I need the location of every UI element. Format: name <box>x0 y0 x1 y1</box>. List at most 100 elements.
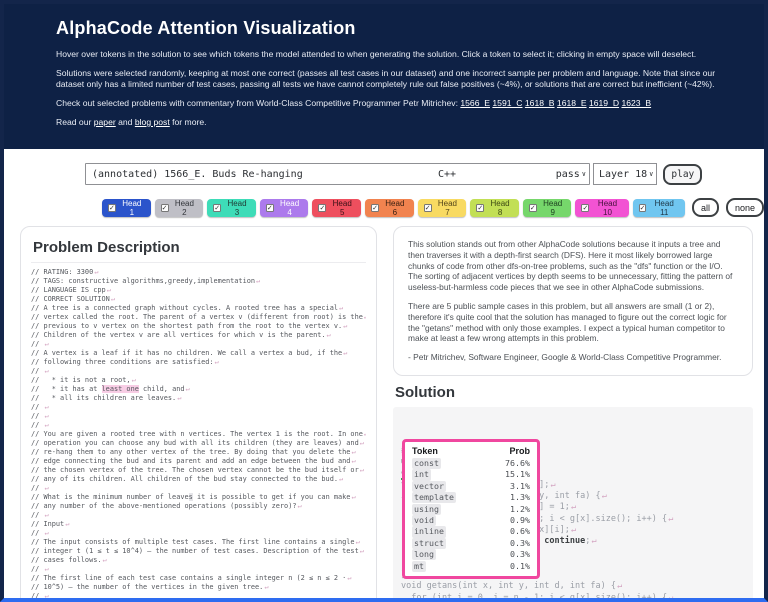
newline-token[interactable]: ↵ <box>43 484 48 492</box>
code-token[interactable]: // The first line of each test case cont… <box>31 574 346 582</box>
newline-token[interactable]: ↵ <box>350 448 355 456</box>
code-token[interactable]: // <box>31 511 43 519</box>
status-select[interactable]: pass∨ <box>556 169 589 180</box>
code-token[interactable]: // operation you can choose any bud with… <box>31 439 359 447</box>
head-toggle-9[interactable]: Head 9 <box>523 199 572 217</box>
highlighted-token[interactable]: continue <box>544 536 585 546</box>
newline-token[interactable]: ↵ <box>43 367 48 375</box>
code-token[interactable]: // <box>31 484 43 492</box>
code-line[interactable]: // any number of the above-mentioned ope… <box>31 502 366 511</box>
code-line[interactable]: // vertex called the root. The parent of… <box>31 313 366 322</box>
problem-link-1591_C[interactable]: 1591_C <box>492 98 522 108</box>
newline-token[interactable]: ↵ <box>338 475 343 483</box>
code-token[interactable]: // * it is not a root, <box>31 376 131 384</box>
blog-post-link[interactable]: blog post <box>135 117 170 127</box>
code-line[interactable]: // ↵ <box>31 412 366 421</box>
newline-token[interactable]: ↵ <box>102 556 107 564</box>
code-token[interactable]: // vertex called the root. The parent of… <box>31 313 363 321</box>
code-line[interactable]: // * it has at least one child, and↵ <box>31 385 366 394</box>
newline-token[interactable]: ↵ <box>342 349 347 357</box>
code-line[interactable]: // ↵ <box>31 367 366 376</box>
problem-link-1566_E[interactable]: 1566_E <box>460 98 490 108</box>
newline-token[interactable]: ↵ <box>43 412 48 420</box>
newline-token[interactable]: ↵ <box>263 583 268 591</box>
newline-token[interactable]: ↵ <box>106 286 111 294</box>
head-toggle-2[interactable]: Head 2 <box>155 199 204 217</box>
problem-description-code[interactable]: // RATING: 3300↵// TAGS: constructive al… <box>31 268 366 602</box>
code-token[interactable]: // edge connecting the bud and its paren… <box>31 457 350 465</box>
code-token[interactable]: // TAGS: constructive algorithms,greedy,… <box>31 277 255 285</box>
code-token[interactable]: // the chosen vertex of the tree. The ch… <box>31 466 359 474</box>
problem-link-1618_B[interactable]: 1618_B <box>525 98 555 108</box>
newline-token[interactable]: ↵ <box>43 529 48 537</box>
newline-token[interactable]: ↵ <box>363 313 366 321</box>
code-line[interactable]: // A tree is a connected graph without c… <box>31 304 366 313</box>
code-token[interactable]: // A vertex is a leaf if it has no child… <box>31 349 342 357</box>
code-line[interactable]: // The first line of each test case cont… <box>31 574 366 583</box>
code-token[interactable]: // following three conditions are satisf… <box>31 358 214 366</box>
newline-token[interactable]: ↵ <box>255 277 260 285</box>
code-token[interactable]: void getans(int x, int y, int d, int fa)… <box>401 581 616 591</box>
code-line[interactable]: // ↵ <box>31 340 366 349</box>
head-toggle-7[interactable]: Head 7 <box>418 199 467 217</box>
newline-token[interactable]: ↵ <box>131 376 136 384</box>
code-line[interactable]: void getans(int x, int y, int d, int fa)… <box>401 581 753 592</box>
code-line[interactable]: // TAGS: constructive algorithms,greedy,… <box>31 277 366 286</box>
code-token[interactable]: // any number of the above-mentioned ope… <box>31 502 297 510</box>
language-select-value[interactable]: C++ <box>438 169 538 180</box>
code-token[interactable]: // cases follows. <box>31 556 102 564</box>
code-line[interactable]: // ↵ <box>31 565 366 574</box>
code-token[interactable]: // LANGUAGE IS cpp <box>31 286 106 294</box>
newline-token[interactable]: ↵ <box>601 491 607 501</box>
newline-token[interactable]: ↵ <box>110 295 115 303</box>
code-line[interactable]: // Children of the vertex v are all vert… <box>31 331 366 340</box>
code-line[interactable]: // edge connecting the bud and its paren… <box>31 457 366 466</box>
code-token[interactable]: for (int i = 0, j = n - 1; i < g[x].size… <box>401 593 667 602</box>
code-token[interactable]: // <box>31 340 43 348</box>
code-token[interactable]: // * all its children are leaves. <box>31 394 176 402</box>
code-line[interactable]: // ↵ <box>31 511 366 520</box>
newline-token[interactable]: ↵ <box>570 502 576 512</box>
code-line[interactable]: // The input consists of multiple test c… <box>31 538 366 547</box>
code-token[interactable]: // What is the minimum number of leave <box>31 493 189 501</box>
code-line[interactable]: // * it is not a root,↵ <box>31 376 366 385</box>
newline-token[interactable]: ↵ <box>667 593 673 602</box>
newline-token[interactable]: ↵ <box>185 385 190 393</box>
problem-select[interactable]: (annotated) 1566_E. Buds Re-hanging C++ … <box>85 163 590 185</box>
newline-token[interactable]: ↵ <box>214 358 219 366</box>
head-toggle-6[interactable]: Head 6 <box>365 199 414 217</box>
none-heads-button[interactable]: none <box>726 198 764 217</box>
newline-token[interactable]: ↵ <box>93 268 98 276</box>
code-line[interactable]: // the chosen vertex of the tree. The ch… <box>31 466 366 475</box>
code-line[interactable]: // A vertex is a leaf if it has no child… <box>31 349 366 358</box>
problem-link-1619_D[interactable]: 1619_D <box>589 98 619 108</box>
code-token[interactable]: // <box>31 592 43 600</box>
newline-token[interactable]: ↵ <box>346 574 351 582</box>
code-line[interactable]: // RATING: 3300↵ <box>31 268 366 277</box>
code-line[interactable]: // any of its children. All children of … <box>31 475 366 484</box>
code-token[interactable]: // <box>31 367 43 375</box>
code-line[interactable]: // previous to v vertex on the shortest … <box>31 322 366 331</box>
newline-token[interactable]: ↵ <box>43 421 48 429</box>
newline-token[interactable]: ↵ <box>342 322 347 330</box>
code-line[interactable]: // operation you can choose any bud with… <box>31 439 366 448</box>
newline-token[interactable]: ↵ <box>43 340 48 348</box>
solution-code[interactable]: TokenProbconst76.6%int15.1%vector3.1%tem… <box>393 407 753 602</box>
code-token[interactable]: // * it has at <box>31 385 102 393</box>
code-token[interactable]: // A tree is a connected graph without c… <box>31 304 338 312</box>
newline-token[interactable]: ↵ <box>616 581 622 591</box>
code-token[interactable]: // <box>31 421 43 429</box>
head-toggle-4[interactable]: Head 4 <box>260 199 309 217</box>
code-line[interactable]: // ↵ <box>31 403 366 412</box>
code-token[interactable]: // <box>31 412 43 420</box>
newline-token[interactable]: ↵ <box>43 592 48 600</box>
newline-token[interactable]: ↵ <box>355 538 360 546</box>
paper-link[interactable]: paper <box>94 117 116 127</box>
code-token[interactable]: // <box>31 565 43 573</box>
code-line[interactable]: // What is the minimum number of leaves … <box>31 493 366 502</box>
code-line[interactable]: // ↵ <box>31 421 366 430</box>
code-line[interactable]: // cases follows.↵ <box>31 556 366 565</box>
problem-link-1623_B[interactable]: 1623_B <box>621 98 651 108</box>
newline-token[interactable]: ↵ <box>549 480 555 490</box>
code-token[interactable]: // previous to v vertex on the shortest … <box>31 322 342 330</box>
